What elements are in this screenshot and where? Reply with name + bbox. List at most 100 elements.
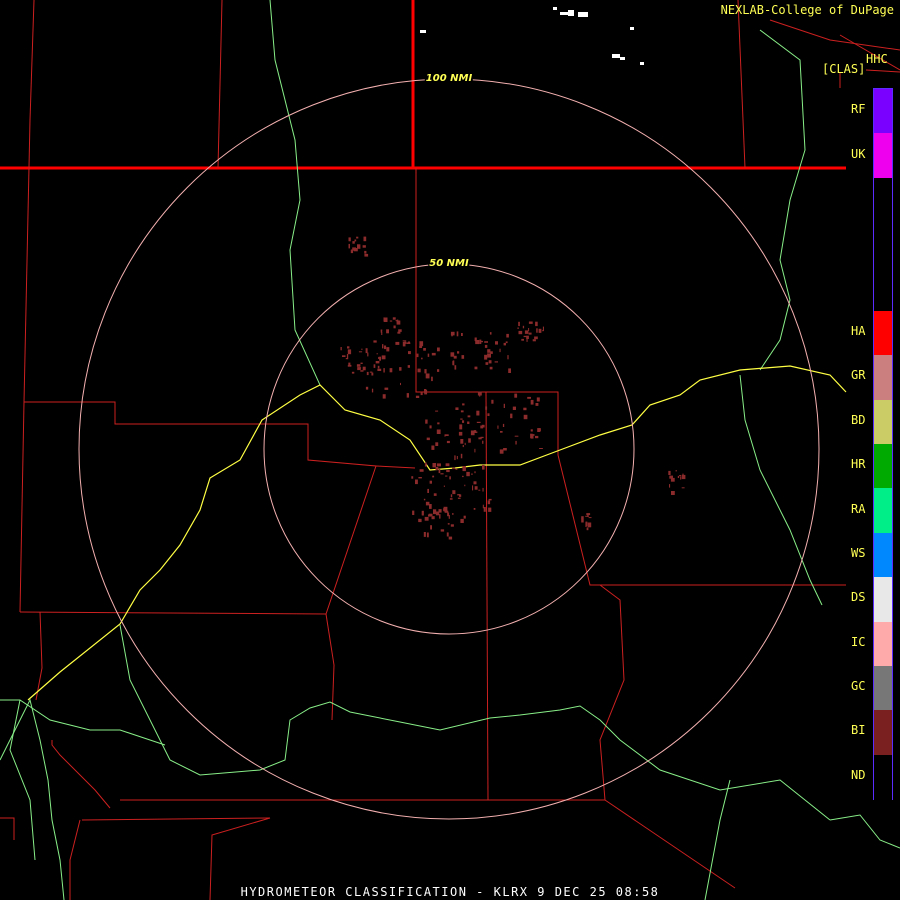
echo-pixel [423,348,426,351]
echo-pixel [484,341,488,343]
echo-pixel [487,353,491,358]
echo-pixel [454,455,456,461]
echo-pixel [398,329,402,332]
echo-pixel [536,397,540,402]
echo-pixel [458,431,463,436]
echo-pixel [536,328,538,333]
echo-pixel [521,338,524,341]
echo-pixel [587,522,592,528]
product-tag: [CLAS] [822,62,866,76]
echo-pixel [375,361,380,364]
legend-swatch [874,266,892,312]
echo-pixel [478,489,481,491]
echo-pixel [539,448,543,449]
echo-pixel [435,410,439,412]
echo-pixel [586,513,591,516]
echo-pixel [446,469,450,473]
echo-pixel [532,339,536,342]
echo-pixel [408,351,411,355]
echo-pixel [668,470,671,475]
echo-pixel [369,371,373,373]
echo-pixel [428,514,432,517]
echo-pixel [445,463,450,467]
credit-label: NEXLAB-College of DuPage [720,3,894,17]
echo-pixel [439,514,441,519]
echo-pixel [433,493,437,496]
echo-pixel [476,421,481,423]
echo-pixel [457,494,461,496]
echo-pixel [380,329,383,331]
echo-pixel [424,462,427,467]
echo-pixel [472,485,474,491]
legend-code-gc: GC [851,679,866,694]
echo-pixel [503,448,507,451]
echo-pixel [450,331,455,336]
echo-pixel [342,355,346,357]
echo-pixel [538,328,542,333]
echo-pixel [512,406,516,410]
legend-code-nd: ND [851,767,866,782]
echo-pixel [457,351,460,354]
legend-code-ra: RA [851,501,866,516]
legend-swatch [874,754,892,800]
echo-pixel [476,410,480,416]
echo-pixel [381,332,383,335]
echo-pixel [474,486,478,490]
echo-pixel [426,437,430,441]
echo-pixel [499,449,504,454]
echo-pixel [477,391,482,396]
echo-pixel [489,366,493,370]
echo-pixel [462,475,464,478]
echo-pixel [480,436,484,439]
legend-code-ds: DS [851,590,866,605]
echo-pixel [351,371,355,374]
echo-pixel [485,362,489,365]
echo-pixel [424,369,427,374]
echo-pixel [460,418,463,420]
echo-pixel [363,236,367,242]
echo-pixel [371,388,374,393]
echo-pixel [462,403,465,406]
echo-pixel [588,517,592,519]
echo-pixel [452,467,456,470]
legend-code-ws: WS [851,545,866,560]
echo-pixel [535,435,539,439]
echo-pixel [423,498,426,501]
echo-pixel [421,510,424,516]
echo-pixel [462,420,465,423]
echo-pixel [518,321,520,327]
echo-pixel [679,475,682,477]
echo-pixel [395,341,400,345]
echo-pixel [440,529,445,532]
echo-pixel [402,340,407,342]
legend-swatch [874,222,892,267]
echo-pixel [340,347,342,351]
echo-pixel [474,448,476,453]
echo-pixel [542,326,544,331]
echo-pixel [379,356,381,361]
echo-pixel [419,469,424,472]
echo-pixel [677,475,680,478]
echo-pixel [416,353,419,358]
range-ring-50 [263,263,635,635]
echo-pixel [433,509,437,515]
range-ring-100 [78,78,820,820]
echo-pixel [585,522,587,527]
echo-pixel [499,348,501,353]
radar-display: 100 NMI 50 NMI NEXLAB-College of DuPage … [0,0,900,900]
echo-pixel [353,248,358,252]
legend-swatch [874,488,892,534]
legend-swatch [874,710,892,756]
echo-pixel [468,438,471,443]
echo-pixel [431,376,433,382]
echo-pixel [425,419,428,424]
echo-pixel [345,358,349,360]
county-borders [0,0,900,900]
echo-pixel [419,341,424,347]
echo-pixel [383,368,385,373]
echo-pixel [449,498,453,500]
echo-pixel [581,516,584,520]
echo-pixel [429,504,432,509]
echo-pixel [450,494,453,498]
legend-code-gr: GR [851,368,866,383]
